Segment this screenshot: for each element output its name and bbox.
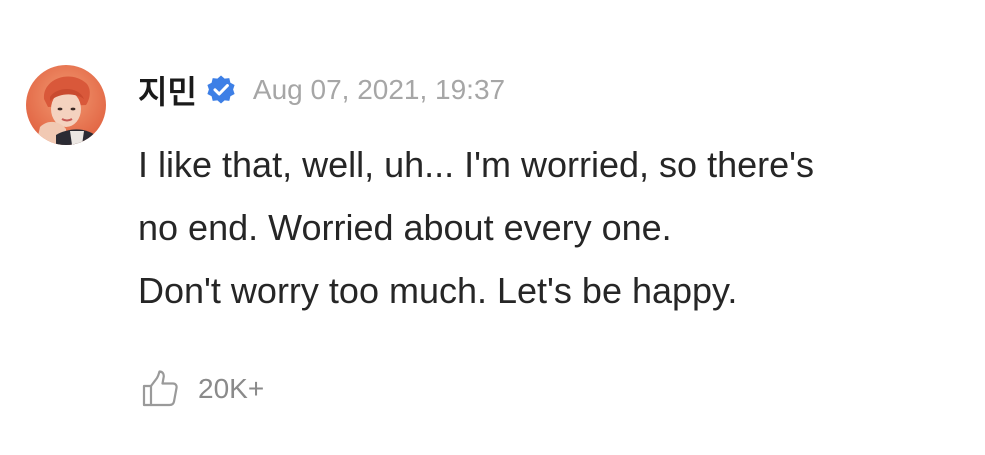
comment-header: 지민 Aug 07, 2021, 19:37 (138, 68, 505, 112)
thumbs-up-icon[interactable] (140, 369, 180, 409)
comment-card: 지민 Aug 07, 2021, 19:37 I like that, well… (0, 0, 985, 455)
comment-text-line: no end. Worried about every one. (138, 207, 672, 248)
verified-check-icon (205, 74, 237, 106)
comment-text-line: I like that, well, uh... I'm worried, so… (138, 144, 815, 185)
comment-text: I like that, well, uh... I'm worried, so… (138, 133, 978, 322)
like-count: 20K+ (198, 373, 265, 404)
comment-text-line: Don't worry too much. Let's be happy. (138, 270, 738, 311)
timestamp: Aug 07, 2021, 19:37 (252, 74, 506, 105)
author-name[interactable]: 지민 (138, 67, 197, 113)
comment-actions: 20K+ (140, 366, 264, 412)
avatar-image (26, 65, 106, 145)
avatar[interactable] (26, 65, 106, 145)
